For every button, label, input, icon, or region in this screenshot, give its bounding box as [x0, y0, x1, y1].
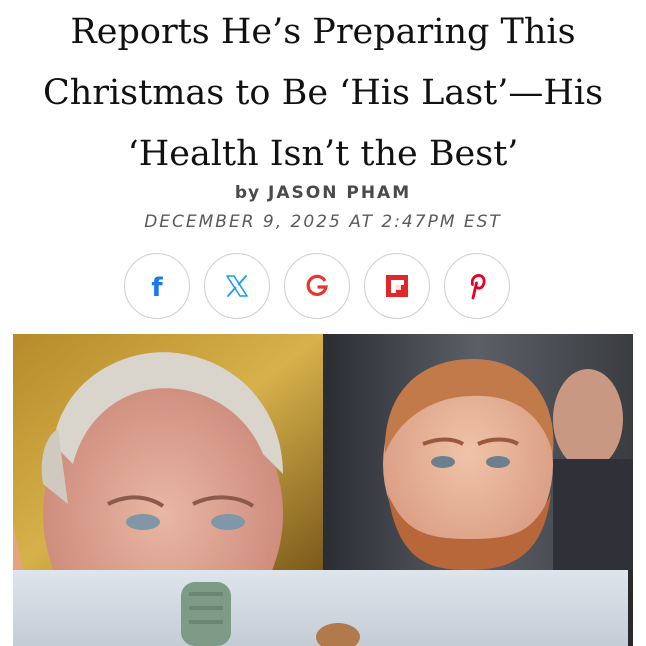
google-icon	[306, 274, 328, 296]
share-x-button[interactable]	[204, 253, 270, 319]
x-icon	[226, 275, 248, 297]
headline-line: Reports He’s Preparing This	[70, 12, 576, 52]
share-facebook-button[interactable]: f	[124, 253, 190, 319]
bottom-photo	[13, 570, 633, 646]
share-pinterest-button[interactable]	[444, 253, 510, 319]
svg-text:f: f	[151, 273, 163, 300]
article-headline: Reports He’s Preparing This Christmas to…	[20, 2, 626, 185]
share-google-button[interactable]	[284, 253, 350, 319]
flipboard-icon	[386, 275, 408, 297]
facebook-icon: f	[151, 273, 163, 300]
headline-line: Christmas to Be ‘His Last’—His	[42, 73, 604, 113]
publish-date: DECEMBER 9, 2025 AT 2:47PM EST	[144, 212, 502, 232]
byline: by JASON PHAM	[0, 183, 646, 203]
right-portrait-photo	[323, 334, 633, 570]
share-flipboard-button[interactable]	[364, 253, 430, 319]
hero-image[interactable]	[13, 334, 633, 646]
pinterest-icon	[470, 274, 486, 300]
headline-line: ‘Health Isn’t the Best’	[127, 134, 519, 174]
share-buttons: f	[124, 253, 510, 319]
author-link[interactable]: JASON PHAM	[268, 183, 411, 203]
byline-prefix: by	[234, 183, 261, 203]
